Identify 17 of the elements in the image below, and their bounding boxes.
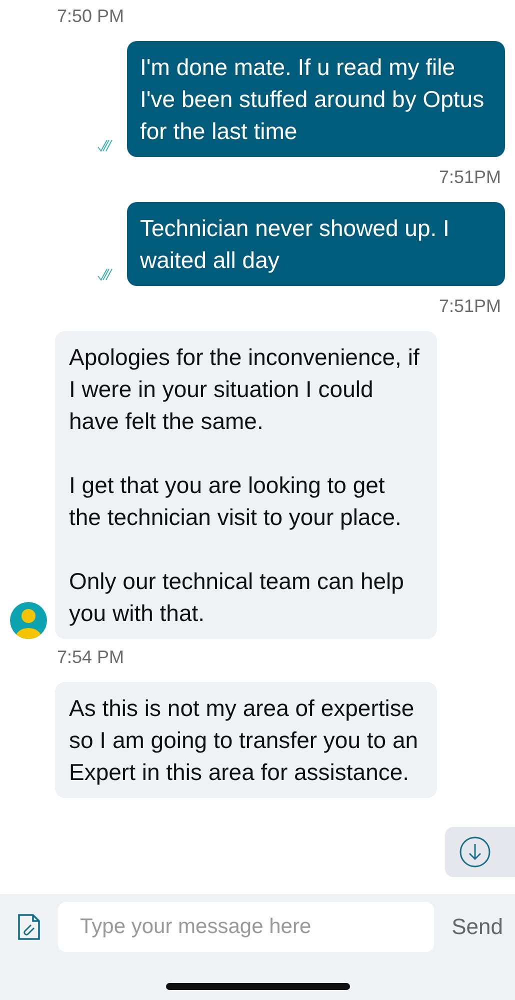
timestamp: 7:50 PM <box>57 6 124 27</box>
send-button[interactable]: Send <box>452 914 503 940</box>
sent-message: Technician never showed up. I waited all day <box>127 202 505 286</box>
scroll-down-button[interactable] <box>445 827 515 877</box>
received-message: Only our technical team can help you with that. <box>69 567 405 628</box>
received-message: I get that you are looking to get the technician visit to your place. <box>69 471 402 532</box>
sent-message: I'm done mate. If u read my file I've been stuffed around by Optus for the last time <box>127 41 505 157</box>
double-check-icon <box>97 268 115 282</box>
message-input[interactable]: Type your message here <box>58 902 434 952</box>
avatar-icon <box>10 602 47 639</box>
attachment-icon[interactable] <box>18 914 40 940</box>
double-check-icon <box>97 139 115 153</box>
received-message: As this is not my area of expertise so I am going to transfer you to an Expert in this area for assistance. <box>69 694 420 787</box>
received-message: Apologies for the inconvenience, if I were in your situation I could have felt the same. <box>69 343 420 436</box>
timestamp: 7:54 PM <box>57 647 124 668</box>
timestamp: 7:51PM <box>438 167 501 188</box>
timestamp: 7:51PM <box>438 296 501 317</box>
